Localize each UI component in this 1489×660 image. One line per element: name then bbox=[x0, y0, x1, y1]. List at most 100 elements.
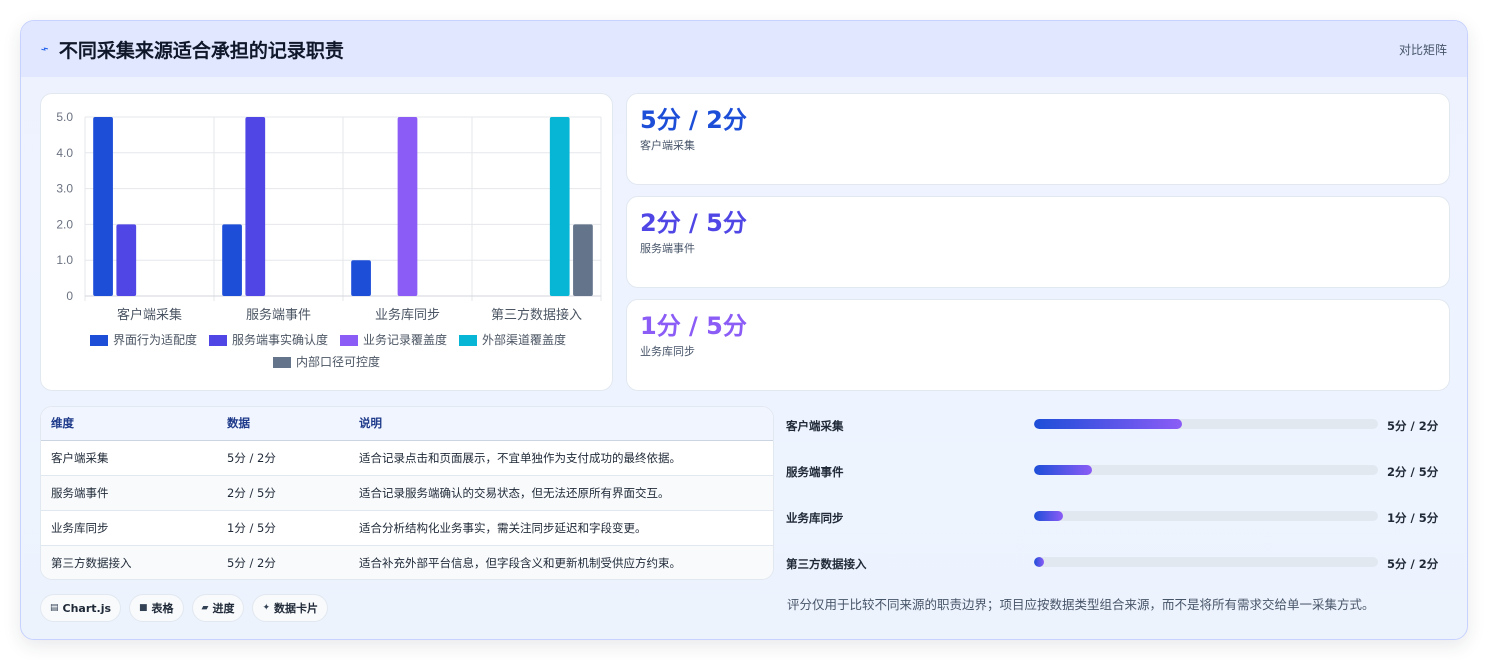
tag-progress[interactable]: ▰ 进度 bbox=[191, 594, 245, 622]
stat-value: 1分 / 5分 bbox=[640, 312, 747, 340]
mode-label: 对比矩阵 bbox=[1398, 43, 1447, 57]
tag-label: 表格 bbox=[151, 602, 174, 615]
table-icon: ■ bbox=[139, 603, 148, 613]
progress-fill bbox=[1034, 511, 1064, 521]
stat-label: 服务端事件 bbox=[640, 242, 695, 255]
chart-bar bbox=[245, 117, 266, 296]
legend-swatch bbox=[340, 335, 358, 346]
tag-label: 数据卡片 bbox=[274, 602, 319, 615]
table-cell: 客户端采集 bbox=[41, 440, 217, 476]
progress-row-server: 服务端事件 2分 / 5分 bbox=[786, 461, 1451, 481]
progress-track bbox=[1034, 465, 1378, 475]
table-row: 业务库同步 1分 / 5分 适合分析结构化业务事实，需关注同步延迟和字段变更。 bbox=[41, 510, 773, 546]
chart-bar bbox=[397, 117, 418, 296]
tag-list: ▤ Chart.js ■ 表格 ▰ 进度 ✦ 数据卡片 bbox=[40, 594, 329, 622]
legend-label: 外部渠道覆盖度 bbox=[482, 332, 566, 347]
legend-label: 业务记录覆盖度 bbox=[363, 332, 447, 347]
y-tick-label: 1.0 bbox=[56, 253, 73, 267]
progress-row-third-party: 第三方数据接入 5分 / 2分 bbox=[786, 553, 1451, 573]
x-tick-label: 客户端采集 bbox=[117, 307, 182, 322]
table-cell: 5分 / 2分 bbox=[217, 440, 349, 476]
progress-fill bbox=[1034, 465, 1093, 475]
x-tick-label: 第三方数据接入 bbox=[491, 307, 582, 322]
progress-label: 第三方数据接入 bbox=[786, 557, 867, 571]
y-tick-label: 0 bbox=[66, 289, 73, 303]
progress-row-client: 客户端采集 5分 / 2分 bbox=[786, 415, 1451, 435]
tag-table[interactable]: ■ 表格 bbox=[129, 594, 184, 622]
table-cell: 5分 / 2分 bbox=[217, 545, 349, 579]
legend-swatch bbox=[459, 335, 477, 346]
table-cell: 业务库同步 bbox=[41, 510, 217, 546]
tag-label: Chart.js bbox=[62, 601, 112, 615]
y-tick-label: 2.0 bbox=[56, 217, 73, 231]
table-cell: 第三方数据接入 bbox=[41, 545, 217, 579]
progress-icon: ▰ bbox=[201, 603, 209, 613]
progress-label: 服务端事件 bbox=[786, 465, 844, 479]
chart-bar bbox=[573, 224, 593, 296]
legend-label: 界面行为适配度 bbox=[113, 332, 197, 347]
bar-chart-panel: 0 1.0 2.0 3.0 4.0 5.0 客户端采集 服务端事件 业务库同步 第三方数据接入界面… bbox=[40, 93, 613, 391]
footnote: 评分仅用于比较不同来源的职责边界；项目应按数据类型组合来源，而不是将所有需求交给… bbox=[787, 597, 1375, 612]
table-row: 第三方数据接入 5分 / 2分 适合补充外部平台信息，但字段含义和更新机制受供应… bbox=[41, 545, 773, 579]
stat-value: 2分 / 5分 bbox=[640, 209, 747, 237]
x-tick-label: 服务端事件 bbox=[246, 307, 311, 322]
progress-value: 5分 / 2分 bbox=[1387, 419, 1439, 433]
tag-chartjs[interactable]: ▤ Chart.js bbox=[40, 594, 122, 622]
table-cell: 适合记录服务端确认的交易状态，但无法还原所有界面交互。 bbox=[349, 475, 773, 511]
stat-card-client: 5分 / 2分 客户端采集 bbox=[626, 93, 1450, 185]
stat-value: 5分 / 2分 bbox=[640, 106, 747, 134]
chart-bar bbox=[549, 117, 570, 296]
x-tick-label: 业务库同步 bbox=[375, 307, 440, 322]
table-cell: 2分 / 5分 bbox=[217, 475, 349, 511]
table-cell: 适合分析结构化业务事实，需关注同步延迟和字段变更。 bbox=[349, 510, 773, 546]
chart-bar bbox=[93, 117, 113, 296]
card-header: ⌁ 不同采集来源适合承担的记录职责 对比矩阵 bbox=[21, 21, 1467, 77]
legend-swatch bbox=[273, 357, 291, 368]
card-title: 不同采集来源适合承担的记录职责 bbox=[58, 39, 344, 62]
legend-swatch bbox=[90, 335, 108, 346]
table-header-row: 维度 数据 说明 bbox=[41, 407, 773, 441]
comparison-table: 维度 数据 说明 客户端采集 5分 / 2分 适合记录点击和页面展示，不宜单独作… bbox=[41, 407, 773, 579]
y-tick-label: 5.0 bbox=[56, 110, 73, 124]
progress-track bbox=[1034, 419, 1378, 429]
progress-label: 业务库同步 bbox=[786, 511, 844, 525]
progress-value: 2分 / 5分 bbox=[1387, 465, 1439, 479]
column-header: 维度 bbox=[41, 407, 217, 441]
progress-track bbox=[1034, 557, 1378, 567]
legend-label: 内部口径可控度 bbox=[296, 354, 380, 369]
table-row: 客户端采集 5分 / 2分 适合记录点击和页面展示，不宜单独作为支付成功的最终依… bbox=[41, 440, 773, 476]
progress-fill bbox=[1034, 419, 1182, 429]
table-cell: 适合补充外部平台信息，但字段含义和更新机制受供应方约束。 bbox=[349, 545, 773, 579]
chart-bar bbox=[116, 224, 137, 296]
table-cell: 1分 / 5分 bbox=[217, 510, 349, 546]
column-header: 说明 bbox=[349, 407, 773, 441]
chart-bar bbox=[222, 224, 242, 296]
progress-value: 5分 / 2分 bbox=[1387, 557, 1439, 571]
stat-label: 业务库同步 bbox=[640, 345, 695, 358]
chart-bar bbox=[351, 260, 371, 296]
y-tick-label: 3.0 bbox=[56, 182, 73, 196]
stat-card-server: 2分 / 5分 服务端事件 bbox=[626, 196, 1450, 288]
progress-label: 客户端采集 bbox=[786, 419, 844, 433]
comparison-table-panel: 维度 数据 说明 客户端采集 5分 / 2分 适合记录点击和页面展示，不宜单独作… bbox=[40, 406, 774, 580]
table-cell: 适合记录点击和页面展示，不宜单独作为支付成功的最终依据。 bbox=[349, 440, 773, 476]
progress-track bbox=[1034, 511, 1378, 521]
progress-row-db-sync: 业务库同步 1分 / 5分 bbox=[786, 507, 1451, 527]
column-header: 数据 bbox=[217, 407, 349, 441]
bar-chart: 0 1.0 2.0 3.0 4.0 5.0 客户端采集 服务端事件 业务库同步 第三方数据接入界面… bbox=[56, 110, 602, 369]
table-row: 服务端事件 2分 / 5分 适合记录服务端确认的交易状态，但无法还原所有界面交互… bbox=[41, 475, 773, 511]
tag-data-card[interactable]: ✦ 数据卡片 bbox=[252, 594, 329, 622]
progress-value: 1分 / 5分 bbox=[1387, 511, 1439, 525]
table-cell: 服务端事件 bbox=[41, 475, 217, 511]
bolt-icon: ⌁ bbox=[38, 40, 52, 58]
legend-swatch bbox=[209, 335, 227, 346]
chart-icon: ▤ bbox=[50, 603, 59, 613]
y-tick-label: 4.0 bbox=[56, 146, 73, 160]
sparkle-icon: ✦ bbox=[262, 603, 271, 613]
tag-label: 进度 bbox=[212, 602, 235, 615]
legend-label: 服务端事实确认度 bbox=[232, 332, 328, 347]
progress-fill bbox=[1034, 557, 1045, 567]
stat-card-db-sync: 1分 / 5分 业务库同步 bbox=[626, 299, 1450, 391]
stat-label: 客户端采集 bbox=[640, 139, 695, 152]
comparison-card: ⌁ 不同采集来源适合承担的记录职责 对比矩阵 0 1.0 2.0 3.0 4.0 5.0 客… bbox=[20, 20, 1468, 640]
